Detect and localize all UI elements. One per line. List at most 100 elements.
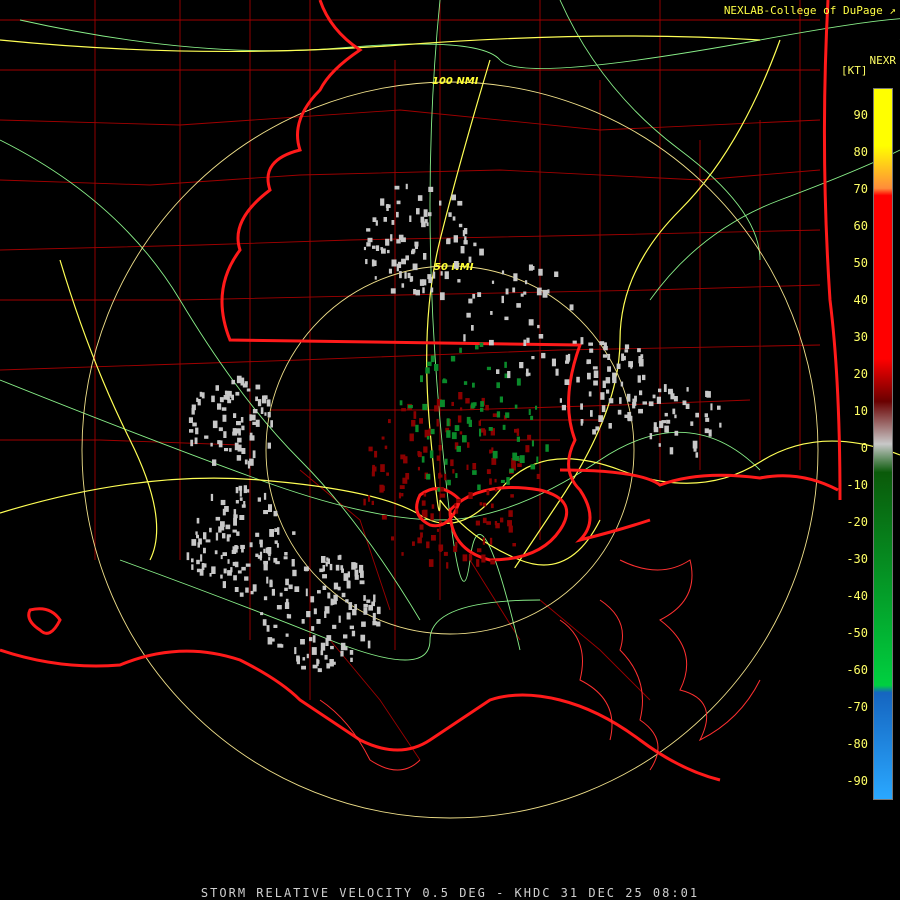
velocity-echo-pixel — [590, 410, 593, 417]
velocity-echo-pixel — [617, 409, 622, 415]
velocity-echo-pixel — [301, 665, 306, 670]
velocity-echo-pixel — [287, 614, 292, 619]
velocity-echo-pixel — [301, 619, 305, 624]
velocity-echo-pixel — [472, 382, 475, 388]
velocity-echo-pixel — [664, 412, 668, 417]
velocity-echo-pixel — [415, 424, 419, 433]
velocity-echo-pixel — [233, 575, 237, 581]
velocity-echo-pixel — [401, 552, 404, 556]
velocity-echo-pixel — [634, 395, 637, 402]
scale-tick-label: -20 — [846, 515, 868, 529]
velocity-echo-pixel — [542, 289, 548, 298]
velocity-echo-pixel — [345, 599, 349, 603]
velocity-echo-pixel — [593, 380, 598, 386]
velocity-echo-pixel — [268, 504, 272, 512]
velocity-echo-pixel — [419, 418, 423, 424]
velocity-echo-pixel — [417, 537, 422, 544]
velocity-echo-pixel — [665, 428, 669, 433]
velocity-echo-pixel — [580, 419, 584, 424]
velocity-echo-pixel — [325, 561, 328, 567]
velocity-echo-pixel — [528, 264, 533, 271]
velocity-echo-pixel — [284, 602, 290, 609]
velocity-echo-pixel — [436, 455, 440, 461]
velocity-echo-pixel — [606, 389, 610, 394]
velocity-echo-pixel — [224, 506, 229, 512]
velocity-echo-pixel — [324, 606, 330, 614]
velocity-echo-pixel — [374, 450, 378, 458]
velocity-echo-pixel — [554, 271, 559, 277]
velocity-echo-pixel — [276, 605, 282, 610]
range-ring-100 — [81, 81, 819, 819]
velocity-echo-pixel — [508, 510, 513, 517]
velocity-echo-pixel — [459, 347, 462, 353]
velocity-echo-pixel — [347, 571, 350, 578]
velocity-echo-pixel — [545, 444, 549, 452]
velocity-echo-pixel — [708, 429, 712, 437]
velocity-echo-pixel — [491, 457, 497, 465]
velocity-echo-pixel — [423, 492, 427, 497]
velocity-echo-pixel — [500, 517, 504, 523]
velocity-echo-pixel — [330, 598, 333, 606]
velocity-echo-pixel — [459, 431, 463, 435]
velocity-echo-pixel — [375, 220, 378, 226]
velocity-echo-pixel — [494, 521, 498, 526]
velocity-echo-pixel — [235, 487, 239, 494]
velocity-echo-pixel — [337, 555, 342, 560]
velocity-echo-pixel — [391, 220, 395, 225]
velocity-echo-pixel — [555, 368, 559, 376]
velocity-echo-pixel — [466, 312, 471, 318]
velocity-echo-pixel — [340, 650, 344, 657]
velocity-echo-pixel — [490, 503, 494, 509]
velocity-echo-pixel — [479, 248, 484, 256]
velocity-echo-pixel — [462, 554, 468, 562]
velocity-echo-pixel — [658, 388, 662, 393]
scale-tick-label: 40 — [853, 293, 868, 307]
velocity-echo-pixel — [465, 398, 470, 404]
velocity-echo-pixel — [222, 533, 226, 539]
velocity-echo-pixel — [462, 435, 467, 443]
velocity-echo-pixel — [232, 561, 236, 566]
velocity-echo-pixel — [329, 659, 334, 667]
velocity-echo-pixel — [440, 271, 443, 276]
velocity-echo-pixel — [294, 647, 297, 655]
velocity-echo-pixel — [516, 428, 520, 436]
velocity-color-scale — [873, 88, 893, 800]
velocity-echo-pixel — [243, 485, 247, 494]
velocity-echo-pixel — [236, 421, 241, 426]
velocity-echo-pixel — [211, 566, 216, 574]
velocity-echo-pixel — [480, 407, 484, 412]
velocity-echo-pixel — [460, 246, 465, 254]
velocity-echo-pixel — [417, 452, 421, 456]
velocity-echo-pixel — [658, 443, 661, 447]
velocity-echo-pixel — [695, 452, 699, 458]
velocity-echo-pixel — [380, 464, 385, 472]
velocity-echo-pixel — [485, 404, 489, 411]
velocity-echo-pixel — [343, 634, 348, 639]
velocity-echo-pixel — [401, 283, 405, 288]
velocity-echo-pixel — [446, 562, 449, 569]
velocity-echo-pixel — [616, 363, 621, 369]
velocity-echo-pixel — [704, 428, 709, 434]
velocity-echo-pixel — [472, 463, 477, 470]
velocity-echo-pixel — [268, 557, 271, 561]
velocity-echo-pixel — [222, 581, 226, 589]
velocity-echo-pixel — [368, 495, 371, 502]
velocity-echo-pixel — [333, 594, 338, 601]
velocity-echo-pixel — [383, 217, 387, 222]
velocity-echo-pixel — [403, 456, 408, 464]
velocity-echo-pixel — [490, 311, 493, 315]
velocity-echo-pixel — [280, 644, 284, 648]
velocity-echo-pixel — [239, 497, 243, 501]
velocity-echo-pixel — [476, 559, 480, 567]
velocity-echo-pixel — [234, 587, 239, 592]
velocity-echo-pixel — [244, 459, 248, 465]
range-ring-100-label: 100 NMI — [432, 76, 479, 87]
velocity-echo-pixel — [220, 499, 226, 506]
velocity-echo-pixel — [439, 520, 442, 524]
highways — [0, 0, 900, 661]
velocity-echo-pixel — [255, 553, 259, 557]
velocity-echo-pixel — [269, 579, 273, 588]
velocity-echo-pixel — [559, 398, 562, 403]
velocity-echo-pixel — [241, 566, 246, 571]
velocity-echo-pixel — [396, 263, 399, 272]
